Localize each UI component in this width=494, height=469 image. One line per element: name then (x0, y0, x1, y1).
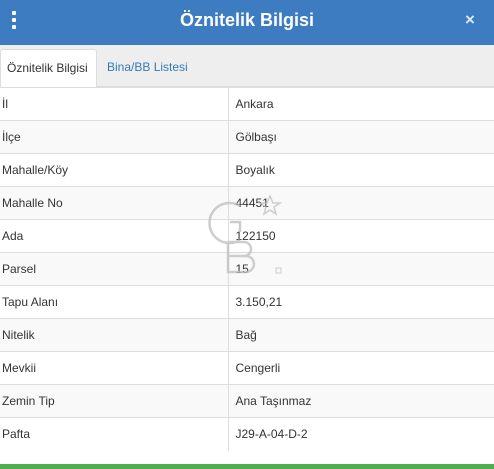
attribute-value: 122150 (227, 219, 494, 253)
attribute-value: Boyalık (227, 153, 494, 187)
table-row: Pafta J29-A-04-D-2 (0, 417, 494, 451)
table-row: Tapu Alanı 3.150,21 (0, 285, 494, 319)
attribute-key: Mevkii (0, 351, 228, 385)
attribute-key: Parsel (0, 252, 228, 286)
table-row: Nitelik Bağ (0, 318, 494, 352)
table-row: İlçe Gölbaşı (0, 120, 494, 154)
attribute-key: Zemin Tip (0, 384, 228, 418)
attribute-key: Pafta (0, 417, 228, 451)
attribute-value: 3.150,21 (227, 285, 494, 319)
attribute-key: Nitelik (0, 318, 228, 352)
attribute-value: Cengerli (227, 351, 494, 385)
table-row: Ada 122150 (0, 219, 494, 253)
attribute-value: Ana Taşınmaz (227, 384, 494, 418)
table-row: Mevkii Cengerli (0, 351, 494, 385)
attribute-value: 15 (227, 252, 494, 286)
close-icon[interactable]: × (462, 10, 478, 30)
attribute-key: Mahalle/Köy (0, 153, 228, 187)
table-row: Mahalle No 44451 (0, 186, 494, 220)
panel-header: Öznitelik Bilgisi × (0, 0, 494, 45)
table-row: Parsel 15 (0, 252, 494, 286)
bottom-status-bar (0, 464, 494, 469)
attribute-key: Mahalle No (0, 186, 228, 220)
tab-building-list[interactable]: Bina/BB Listesi (101, 49, 194, 87)
attribute-value: 44451 (227, 186, 494, 220)
table-row: İl Ankara (0, 87, 494, 121)
attribute-table: İl Ankara İlçe Gölbaşı Mahalle/Köy Boyal… (0, 87, 494, 451)
attribute-key: Tapu Alanı (0, 285, 228, 319)
attribute-value: Ankara (227, 87, 494, 121)
attribute-key: Ada (0, 219, 228, 253)
attribute-value: J29-A-04-D-2 (227, 417, 494, 451)
attribute-value: Gölbaşı (227, 120, 494, 154)
table-row: Zemin Tip Ana Taşınmaz (0, 384, 494, 418)
attribute-key: İlçe (0, 120, 228, 154)
attribute-value: Bağ (227, 318, 494, 352)
attribute-key: İl (0, 87, 228, 121)
panel-title: Öznitelik Bilgisi (179, 10, 315, 30)
attribute-info-panel: Öznitelik Bilgisi × Öznitelik Bilgisi Bi… (0, 0, 494, 469)
tab-attribute-info[interactable]: Öznitelik Bilgisi (0, 49, 97, 88)
tab-bar: Öznitelik Bilgisi Bina/BB Listesi (0, 45, 494, 88)
table-row: Mahalle/Köy Boyalık (0, 153, 494, 187)
